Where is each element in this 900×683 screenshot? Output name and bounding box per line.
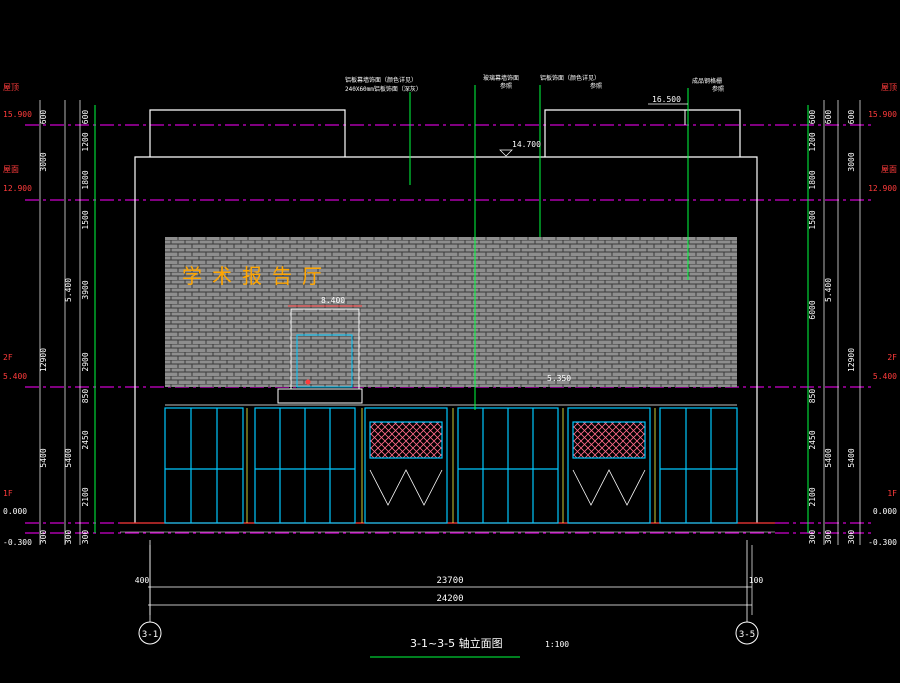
dim-left-outer-2: 5400 bbox=[39, 448, 48, 467]
level-name-roof-left: 屋顶 bbox=[3, 83, 19, 92]
annotation-1-line2: 240X60mm铝板饰面（深灰） bbox=[345, 85, 422, 93]
dim-left-in-9: 1200 bbox=[81, 132, 90, 151]
axis-label-right: 3-5 bbox=[739, 630, 755, 640]
elev-mark-canopy: 8.400 bbox=[321, 296, 345, 305]
dim-right-mid-3: 5.400 bbox=[824, 278, 833, 302]
ground-floor-glazing bbox=[164, 407, 738, 524]
annotation-2-line2: 参照 bbox=[500, 82, 512, 90]
level-elev-ground-left: -0.300 bbox=[3, 538, 32, 547]
level-name-1f-right: 1F bbox=[887, 489, 897, 498]
level-elev-ground-right: -0.300 bbox=[868, 538, 897, 547]
level-name-1f-left: 1F bbox=[3, 489, 13, 498]
level-elev-2f-right: 5.400 bbox=[873, 372, 897, 381]
left-level-labels: 屋顶 15.900 屋面 12.900 2F 5.400 1F 0.000 -0… bbox=[3, 83, 32, 547]
curtain-wall-1 bbox=[164, 407, 244, 524]
dim-left-in-10: 600 bbox=[81, 110, 90, 125]
annotation-3-line2: 参照 bbox=[590, 82, 602, 90]
curtain-wall-4 bbox=[659, 407, 738, 524]
dim-right-outer-2: 5400 bbox=[847, 448, 856, 467]
dim-left-in-7: 1500 bbox=[81, 210, 90, 229]
dim-left-offset: 400 bbox=[135, 576, 150, 585]
axis-bubbles: 3-1 3-5 bbox=[138, 540, 759, 645]
right-level-labels: 屋顶 15.900 屋面 12.900 2F 5.400 1F 0.000 -0… bbox=[868, 83, 897, 547]
annotation-1-line1: 铝板幕墙饰面（颜色详见） bbox=[345, 76, 417, 84]
level-elev-upper-roof-right: 12.900 bbox=[868, 184, 897, 193]
dim-right-in-1: 300 bbox=[808, 530, 817, 545]
level-name-upper-roof-left: 屋面 bbox=[3, 165, 19, 174]
annotation-3-line1: 铝板饰面（颜色详见） bbox=[540, 74, 600, 82]
dim-left-in-3: 2450 bbox=[81, 430, 90, 449]
dim-right-mid-4: 600 bbox=[824, 110, 833, 125]
dim-left-outer-3: 12900 bbox=[39, 348, 48, 372]
dim-right-in-3: 2450 bbox=[808, 430, 817, 449]
dim-left-in-4: 850 bbox=[81, 389, 90, 404]
mullion-accents bbox=[165, 404, 737, 523]
level-name-upper-roof-right: 屋面 bbox=[881, 165, 897, 174]
elev-mark-mid: 5.350 bbox=[547, 374, 571, 383]
dim-left-in-1: 300 bbox=[81, 530, 90, 545]
parapet-right bbox=[544, 109, 741, 157]
facade-sign: 学术报告厅 bbox=[182, 264, 332, 288]
level-name-roof-right: 屋顶 bbox=[881, 83, 897, 92]
dim-left-in-8: 1800 bbox=[81, 170, 90, 189]
level-name-2f-right: 2F bbox=[887, 353, 897, 362]
elev-mark-roof: 14.700 bbox=[512, 140, 541, 149]
left-dimension-texts: 300 5400 12900 3000 600 300 5400 5.400 3… bbox=[39, 110, 90, 545]
drawing-title: 3-1~3-5 轴立面图 bbox=[410, 636, 503, 650]
dim-right-in-6: 1500 bbox=[808, 210, 817, 229]
level-name-2f-left: 2F bbox=[3, 353, 13, 362]
material-annotations: 铝板幕墙饰面（颜色详见） 240X60mm铝板饰面（深灰） 玻璃幕墙饰面 参照 … bbox=[345, 74, 724, 93]
dim-right-in-8: 1200 bbox=[808, 132, 817, 151]
dim-right-outer-1: 300 bbox=[847, 530, 856, 545]
level-elev-1f-left: 0.000 bbox=[3, 507, 27, 516]
level-elev-roof-right: 15.900 bbox=[868, 110, 897, 119]
dim-right-offset: 100 bbox=[749, 576, 764, 585]
drawing-scale: 1:100 bbox=[545, 640, 569, 649]
dim-total: 24200 bbox=[436, 594, 463, 604]
dim-right-outer-5: 600 bbox=[847, 110, 856, 125]
level-elev-upper-roof-left: 12.900 bbox=[3, 184, 32, 193]
annotation-4-line2: 参照 bbox=[712, 85, 724, 93]
dim-left-mid-2: 5400 bbox=[64, 448, 73, 467]
dim-right-mid-1: 300 bbox=[824, 530, 833, 545]
annotation-4-line1: 成品钢格栅 bbox=[692, 77, 722, 85]
elevation-drawing: 学术报告厅 3-1 3-5 400 23700 100 24200 屋顶 15.… bbox=[3, 74, 897, 658]
right-dimension-texts: 300 2100 2450 850 6000 1500 1800 1200 60… bbox=[808, 110, 856, 545]
dim-right-in-4: 850 bbox=[808, 389, 817, 404]
dim-right-in-9: 600 bbox=[808, 110, 817, 125]
dim-right-in-7: 1800 bbox=[808, 170, 817, 189]
dim-left-mid-3: 5.400 bbox=[64, 278, 73, 302]
dim-inner: 23700 bbox=[436, 576, 463, 586]
dim-left-outer-5: 600 bbox=[39, 110, 48, 125]
dim-left-in-5: 2900 bbox=[81, 352, 90, 371]
axis-label-left: 3-1 bbox=[142, 630, 158, 640]
dim-right-outer-4: 3000 bbox=[847, 152, 856, 171]
dim-left-in-2: 2100 bbox=[81, 487, 90, 506]
dim-left-mid-1: 300 bbox=[64, 530, 73, 545]
dim-left-outer-1: 300 bbox=[39, 530, 48, 545]
dim-right-mid-2: 5400 bbox=[824, 448, 833, 467]
dim-right-outer-3: 12900 bbox=[847, 348, 856, 372]
parapet-left bbox=[149, 109, 346, 157]
level-elev-roof-left: 15.900 bbox=[3, 110, 32, 119]
dim-right-in-2: 2100 bbox=[808, 487, 817, 506]
dim-left-in-6: 3900 bbox=[81, 280, 90, 299]
brick-facade-panel bbox=[165, 237, 737, 387]
annotation-2-line1: 玻璃幕墙饰面 bbox=[483, 74, 519, 82]
dim-right-in-5: 6000 bbox=[808, 300, 817, 319]
level-elev-2f-left: 5.400 bbox=[3, 372, 27, 381]
dim-left-outer-4: 3000 bbox=[39, 152, 48, 171]
level-elev-1f-right: 0.000 bbox=[873, 507, 897, 516]
elev-mark-parapet: 16.500 bbox=[652, 95, 681, 104]
